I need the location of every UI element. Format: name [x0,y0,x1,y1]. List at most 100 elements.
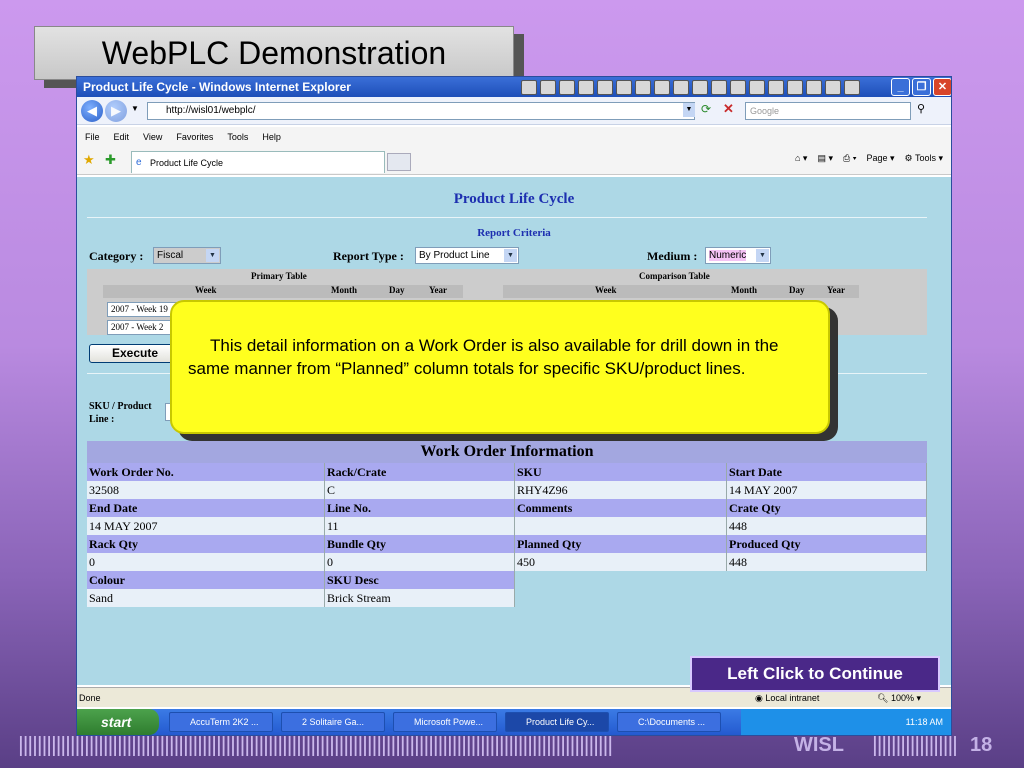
app-icon[interactable] [578,79,594,95]
search-input[interactable]: Google [745,102,911,120]
label-colour: Colour [87,571,325,589]
label-line-no: Line No. [325,499,515,517]
ie-page-icon: e [136,157,142,168]
value-sku: RHY4Z96 [515,481,727,499]
medium-select[interactable]: Numeric ▼ [705,247,771,264]
menu-edit[interactable]: Edit [114,127,130,147]
label-crate-qty: Crate Qty [727,499,927,517]
menu-favorites[interactable]: Favorites [176,127,213,147]
taskbar: start AccuTerm 2K2 ... 2 Solitaire Ga...… [77,709,951,735]
close-icon[interactable]: ✕ [933,78,951,96]
app-icon[interactable] [692,79,708,95]
menu-file[interactable]: File [85,127,100,147]
report-type-select[interactable]: By Product Line ▼ [415,247,519,264]
search-icon[interactable] [597,79,613,95]
folder-icon[interactable] [616,79,632,95]
primary-table-label: Primary Table [251,271,307,281]
label-sku: SKU [515,463,727,481]
nav-dropdown-icon[interactable]: ▼ [131,104,139,113]
info-callout: This detail information on a Work Order … [170,300,830,434]
start-button[interactable]: start [77,709,159,735]
page-menu[interactable]: Page ▾ [866,153,894,164]
tools-menu[interactable]: ⚙ Tools ▾ [905,153,943,164]
category-label: Category : [89,249,144,263]
footer-decoration: |||||||||||||||||||| [872,734,958,756]
execute-button[interactable]: Execute [89,344,181,363]
new-tab-button[interactable] [387,153,411,171]
label-start-date: Start Date [727,463,927,481]
footer-brand: WISL [794,734,844,756]
favorites-star-icon[interactable]: ★ [83,152,95,168]
value-rack-qty: 0 [87,553,325,571]
chevron-down-icon: ▼ [756,249,769,262]
value-sku-desc: Brick Stream [325,589,515,607]
label-end-date: End Date [87,499,325,517]
status-text: Done [79,693,101,703]
app-icon[interactable] [730,79,746,95]
minimize-icon[interactable]: _ [891,78,910,96]
chevron-down-icon: ▼ [504,249,517,262]
menu-tools[interactable]: Tools [227,127,248,147]
slide-number: 18 [970,734,993,756]
app-icon[interactable] [749,79,765,95]
restore-icon[interactable]: ❐ [912,78,931,96]
add-favorite-icon[interactable]: ✚ [105,152,116,168]
label-rack-crate: Rack/Crate [325,463,515,481]
sku-label-line: Line : [89,414,115,425]
value-line-no: 11 [325,517,515,535]
label-rack-qty: Rack Qty [87,535,325,553]
task-product-life-cycle[interactable]: Product Life Cy... [505,712,609,732]
work-order-table: Work Order Information Work Order No. Ra… [87,441,927,609]
app-icon[interactable] [806,79,822,95]
address-input[interactable]: http://wisl01/webplc/ [147,102,695,120]
slide-title: WebPLC Demonstration [34,26,514,80]
comparison-table-label: Comparison Table [639,271,710,281]
continue-button[interactable]: Left Click to Continue [690,656,940,692]
value-crate-qty: 448 [727,517,927,535]
task-documents[interactable]: C:\Documents ... [617,712,721,732]
search-icon[interactable]: ⚲ [917,102,925,115]
feeds-icon[interactable]: ▤ ▾ [817,153,833,164]
value-rack-crate: C [325,481,515,499]
home-icon[interactable]: ⌂ ▾ [795,153,807,164]
task-powerpoint[interactable]: Microsoft Powe... [393,712,497,732]
tab-product-life-cycle[interactable]: e Product Life Cycle [131,151,385,173]
system-tray: 11:18 AM [741,709,951,735]
app-icon[interactable] [768,79,784,95]
app-icon[interactable] [521,79,537,95]
word-icon[interactable] [540,79,556,95]
page-title: Product Life Cycle [453,191,575,207]
category-select[interactable]: Fiscal ▼ [153,247,221,264]
stop-icon[interactable]: ✕ [723,101,734,117]
app-icon[interactable] [654,79,670,95]
value-wo-no: 32508 [87,481,325,499]
app-icon[interactable] [673,79,689,95]
value-end-date: 14 MAY 2007 [87,517,325,535]
app-icon[interactable] [844,79,860,95]
refresh-icon[interactable]: ⟳ [701,102,711,116]
app-icon[interactable] [711,79,727,95]
browser-title: Product Life Cycle - Windows Internet Ex… [83,80,351,94]
menu-view[interactable]: View [143,127,162,147]
back-icon[interactable]: ◀ [81,100,103,122]
label-planned-qty: Planned Qty [515,535,727,553]
quicklaunch-toolbar [521,77,860,97]
address-dropdown-icon[interactable]: ▼ [683,103,695,117]
task-accuterm[interactable]: AccuTerm 2K2 ... [169,712,273,732]
address-bar: ◀ ▶ ▼ http://wisl01/webplc/ ▼ ⟳ ✕ Google… [77,97,951,125]
excel-icon[interactable] [559,79,575,95]
print-icon[interactable]: ⎙ ▾ [843,153,856,164]
favorites-bar: ★ ✚ e Product Life Cycle ⌂ ▾ ▤ ▾ ⎙ ▾ Pag… [77,147,951,175]
value-comments [515,517,727,535]
sku-label: SKU / Product [89,401,152,412]
forward-icon[interactable]: ▶ [105,100,127,122]
task-solitaire[interactable]: 2 Solitaire Ga... [281,712,385,732]
app-icon[interactable] [787,79,803,95]
ie-icon[interactable] [635,79,651,95]
app-icon[interactable] [825,79,841,95]
tab-title: Product Life Cycle [150,158,224,168]
report-type-label: Report Type : [333,249,404,263]
value-planned-qty: 450 [515,553,727,571]
menu-help[interactable]: Help [262,127,281,147]
command-bar: ⌂ ▾ ▤ ▾ ⎙ ▾ Page ▾ ⚙ Tools ▾ [795,153,943,164]
